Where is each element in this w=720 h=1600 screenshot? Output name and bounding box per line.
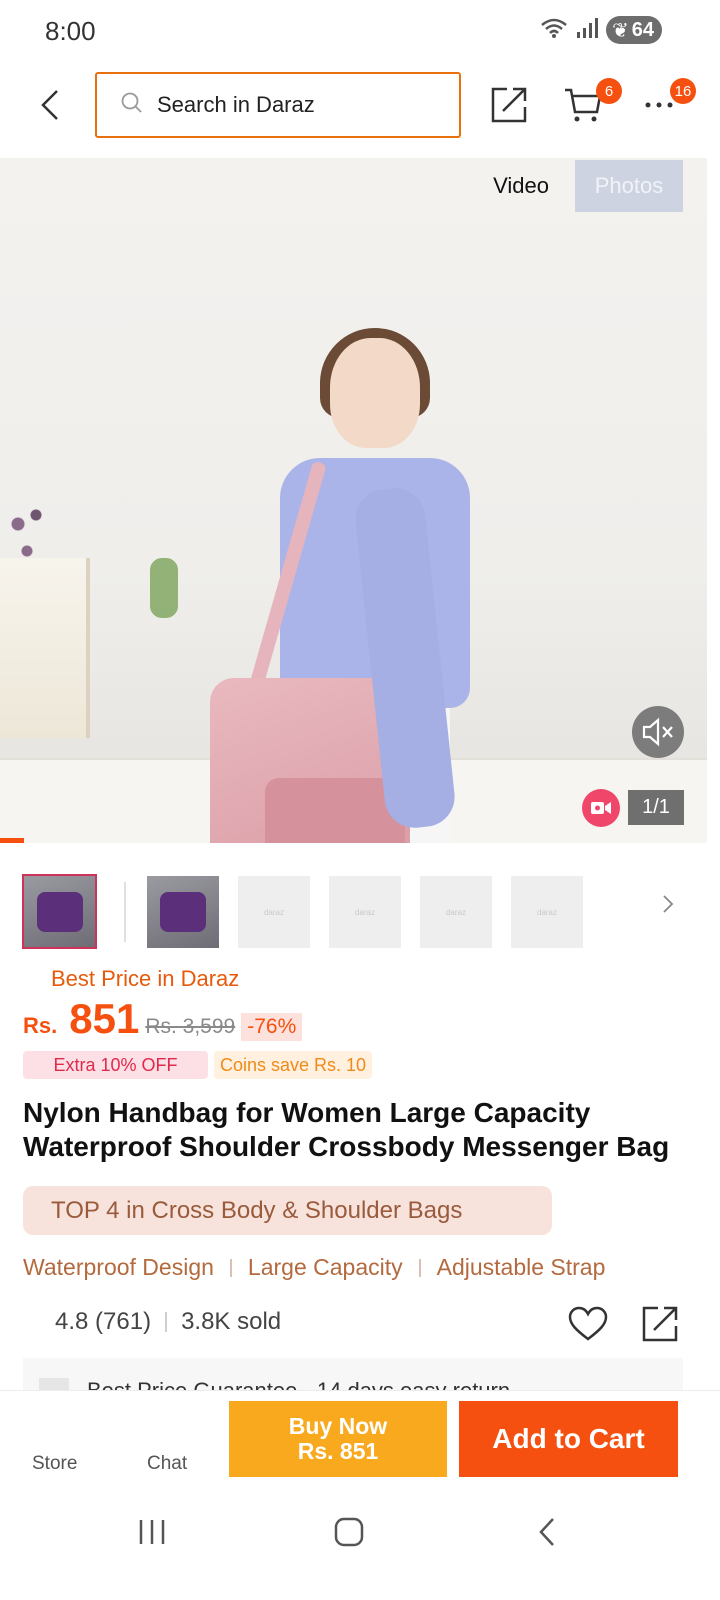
buy-now-button[interactable]: Buy Now Rs. 851 [229,1401,447,1477]
thumbnail-video[interactable] [22,874,97,949]
guarantee-icon [39,1378,69,1390]
product-video[interactable] [0,158,707,843]
best-price-label: Best Price in Daraz [51,966,240,991]
buy-now-price: Rs. 851 [297,1438,379,1464]
rating-row[interactable]: 4.8 (761) 3.8K sold [55,1308,281,1336]
price-row: Rs. 851 Rs. 3,599 -76% [23,995,303,1043]
status-icons: ❦ 64 [540,16,662,44]
video-camera-icon [591,802,611,814]
feature-tags: Waterproof Design Large Capacity Adjusta… [23,1254,605,1281]
thumbnail-placeholder[interactable]: daraz [238,876,310,948]
back-button[interactable] [30,82,70,128]
home-button[interactable] [319,1512,379,1552]
feature-tag: Adjustable Strap [436,1254,606,1280]
tab-video[interactable]: Video [467,160,575,212]
thumbnail-placeholder[interactable]: daraz [511,876,583,948]
share-product-button[interactable] [638,1302,682,1346]
thumbnail-photo[interactable] [147,876,219,948]
thumbnail-next-button[interactable] [662,894,682,924]
promo-row: Extra 10% OFF Coins save Rs. 10 [23,1051,373,1079]
add-to-cart-button[interactable]: Add to Cart [459,1401,678,1477]
recent-apps-icon [139,1520,165,1544]
rating-value: 4.8 (761) [55,1308,152,1335]
back-icon [539,1518,554,1546]
battery-level: 64 [631,18,654,41]
feature-tag: Large Capacity [247,1254,403,1280]
guarantee-row[interactable]: Best Price Guarantee · 14 days easy retu… [23,1358,683,1390]
system-back-button[interactable] [517,1512,577,1552]
search-icon [121,92,143,119]
wifi-icon [540,17,568,44]
video-progress [0,838,24,843]
chevron-left-icon [41,90,58,120]
muted-speaker-icon [642,717,673,747]
thumbnail-placeholder[interactable]: daraz [329,876,401,948]
rating-separator [165,1312,168,1332]
share-button[interactable] [486,82,532,128]
thumbnail-placeholder[interactable]: daraz [420,876,492,948]
model-head [330,338,420,448]
discount-badge: -76% [241,1013,303,1041]
share-icon [642,1306,678,1342]
wishlist-button[interactable] [566,1302,610,1346]
background-flowers [0,488,60,578]
action-bar: Store Chat Buy Now Rs. 851 Add to Cart [0,1390,720,1490]
mute-button[interactable] [632,706,684,758]
system-nav-bar [0,1490,720,1600]
cart-badge: 6 [596,78,622,104]
feature-separator [418,1258,421,1277]
search-input[interactable]: Search in Daraz [95,72,461,138]
home-icon [334,1517,364,1547]
heart-icon [568,1306,608,1341]
status-bar: 8:00 ❦ 64 [0,0,720,60]
status-time: 8:00 [45,16,96,46]
background-frame [0,558,90,738]
chat-button[interactable]: Chat [147,1453,187,1475]
product-title: Nylon Handbag for Women Large Capacity W… [23,1097,670,1162]
feature-separator [229,1258,232,1277]
top-nav: Search in Daraz 6 16 [0,70,720,142]
guarantee-text: Best Price Guarantee · 14 days easy retu… [87,1378,510,1390]
tab-photos[interactable]: Photos [575,160,683,212]
feature-tag: Waterproof Design [23,1254,214,1280]
coins-badge[interactable]: Coins save Rs. 10 [214,1051,373,1079]
store-button[interactable]: Store [32,1453,77,1475]
more-button[interactable]: 16 [636,78,696,128]
chevron-right-icon [663,895,674,913]
battery-indicator: ❦ 64 [605,16,662,44]
share-icon [491,87,527,123]
search-placeholder: Search in Daraz [157,92,315,117]
rank-banner[interactable]: TOP 4 in Cross Body & Shoulder Bags [23,1186,552,1235]
more-icon [645,102,673,108]
thumbnail-strip: daraz daraz daraz daraz [22,874,702,949]
leaf-icon: ❦ [611,19,629,42]
price-currency: Rs. [23,1013,58,1038]
background-plant [150,558,178,618]
extra-off-badge[interactable]: Extra 10% OFF [23,1051,208,1079]
recent-apps-button[interactable] [122,1512,182,1552]
more-badge: 16 [670,78,696,104]
media-counter: 1/1 [628,790,684,825]
signal-icon [576,17,598,44]
media-tabs: Video Photos [467,160,683,212]
original-price: Rs. 3,599 [145,1015,236,1038]
buy-now-label: Buy Now [288,1413,388,1439]
thumbnail-divider [124,882,126,942]
price: 851 [69,995,140,1042]
video-camera-button[interactable] [582,789,620,827]
cart-button[interactable]: 6 [560,78,622,128]
sold-count: 3.8K sold [181,1308,282,1335]
